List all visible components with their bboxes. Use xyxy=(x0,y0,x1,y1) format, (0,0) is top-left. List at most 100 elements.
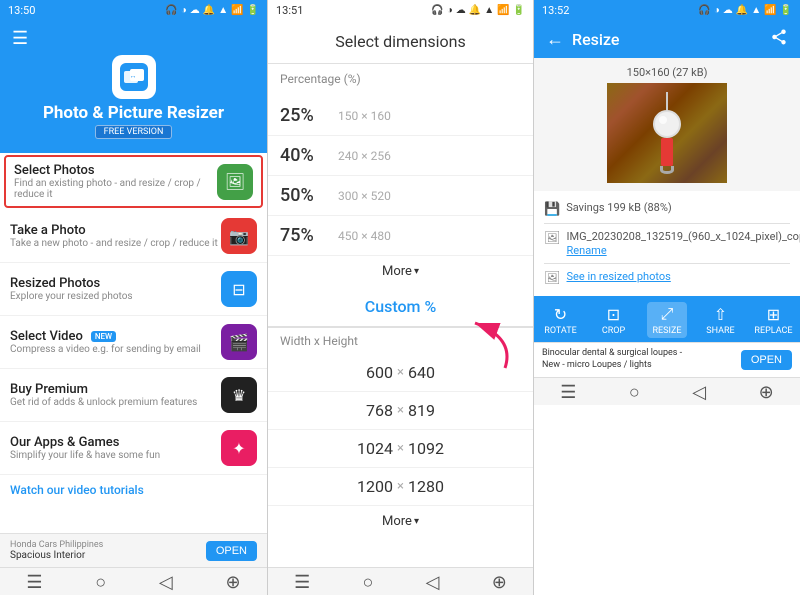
select-video-icon-btn[interactable]: 🎬 xyxy=(221,324,257,360)
width-1200: 1200 xyxy=(357,477,393,496)
nav-person-icon[interactable]: ⊕ xyxy=(225,572,240,593)
ball-highlight xyxy=(659,116,667,124)
take-photo-icon-btn[interactable]: 📷 xyxy=(221,218,257,254)
pct-75-label: 75% xyxy=(280,225,330,246)
video-tutorials-link[interactable]: Watch our video tutorials xyxy=(0,475,267,499)
resize-label: RESIZE xyxy=(653,326,682,336)
menu-item-our-apps[interactable]: Our Apps & Games Simplify your life & ha… xyxy=(0,422,267,475)
rename-link[interactable]: Rename xyxy=(567,244,800,257)
hamburger-icon[interactable]: ☰ xyxy=(12,28,28,49)
ad-open-button-3[interactable]: OPEN xyxy=(741,350,792,370)
image-thumbnail xyxy=(607,83,727,183)
screen2-title: Select dimensions xyxy=(280,32,521,51)
new-badge-video: NEW xyxy=(91,331,116,342)
savings-text: Savings 199 kB (88%) xyxy=(566,201,672,215)
nav-person-icon-2[interactable]: ⊕ xyxy=(492,572,507,593)
keychain-ring xyxy=(660,166,674,174)
pct-more-button[interactable]: More ▾ xyxy=(268,256,533,287)
crop-tool[interactable]: ⊡ CROP xyxy=(594,305,634,336)
rotate-tool[interactable]: ↻ ROTATE xyxy=(541,305,581,336)
menu-item-take-photo[interactable]: Take a Photo Take a new photo - and resi… xyxy=(0,210,267,263)
keychain-body xyxy=(661,138,673,166)
ad-open-button-1[interactable]: OPEN xyxy=(206,541,257,561)
pct-75-dim: 450 × 480 xyxy=(338,229,391,243)
image-size-label: 150×160 (27 kB) xyxy=(542,66,792,79)
pct-section: Percentage (%) xyxy=(268,64,533,96)
resize-tool[interactable]: ⤢ RESIZE xyxy=(647,302,688,338)
time-2: 13:51 xyxy=(276,4,303,17)
select-photos-icon-btn[interactable]: 🖼 xyxy=(217,164,253,200)
pink-arrow xyxy=(435,318,525,373)
nav-back-icon-3[interactable]: ◁ xyxy=(692,382,706,403)
replace-label: REPLACE xyxy=(754,326,792,336)
height-1280: 1280 xyxy=(408,477,444,496)
menu-item-text-buy-premium: Buy Premium Get rid of adds & unlock pre… xyxy=(10,382,221,408)
menu-item-select-photos[interactable]: Select Photos Find an existing photo - a… xyxy=(4,155,263,208)
savings-icon: 💾 xyxy=(544,202,560,217)
app-title: Photo & Picture Resizer xyxy=(43,103,224,123)
savings-row: 💾 Savings 199 kB (88%) xyxy=(544,197,790,221)
status-bar-2: 13:51 🎧◑☁🔔▲📶🔋 xyxy=(268,0,533,20)
header-top: ☰ xyxy=(12,28,255,49)
nav-home-icon-2[interactable]: ☰ xyxy=(294,572,310,593)
menu-item-resized-photos[interactable]: Resized Photos Explore your resized phot… xyxy=(0,263,267,316)
ad-text-3: Binocular dental & surgical loupes - New… xyxy=(542,348,702,371)
height-640: 640 xyxy=(408,363,435,382)
replace-icon: ⊞ xyxy=(767,305,780,324)
wh-option-768-819[interactable]: 768 × 819 xyxy=(268,392,533,430)
crop-icon: ⊡ xyxy=(607,305,620,324)
wh-option-1200-1280[interactable]: 1200 × 1280 xyxy=(268,468,533,506)
nav-back-icon[interactable]: ◁ xyxy=(159,572,173,593)
time-1: 13:50 xyxy=(8,4,35,17)
nav-circle-icon-3[interactable]: ○ xyxy=(629,382,640,403)
nav-home-icon[interactable]: ☰ xyxy=(26,572,42,593)
screen-1: 13:50 🎧◑☁🔔▲📶🔋 ☰ ↔ Photo & Picture Resize… xyxy=(0,0,267,595)
nav-circle-icon[interactable]: ○ xyxy=(95,572,106,593)
pct-option-75[interactable]: 75% 450 × 480 xyxy=(268,216,533,256)
screen3-header-left: ← Resize xyxy=(546,29,619,50)
times-icon-3: × xyxy=(397,441,404,456)
menu-item-buy-premium[interactable]: Buy Premium Get rid of adds & unlock pre… xyxy=(0,369,267,422)
menu-list: Select Photos Find an existing photo - a… xyxy=(0,153,267,533)
app-logo: ↔ xyxy=(112,55,156,99)
wh-more-button[interactable]: More ▾ xyxy=(268,506,533,537)
times-icon-2: × xyxy=(397,403,404,418)
camera-icon: 📷 xyxy=(229,227,249,246)
video-icon: 🎬 xyxy=(229,333,249,352)
screen3-header: ← Resize xyxy=(534,20,800,58)
share-tool-icon: ⇧ xyxy=(714,305,727,324)
nav-circle-icon-2[interactable]: ○ xyxy=(363,572,374,593)
screen3-title: Resize xyxy=(572,30,619,49)
nav-home-icon-3[interactable]: ☰ xyxy=(560,382,576,403)
resized-photos-icon-btn[interactable]: ⊟ xyxy=(221,271,257,307)
app-header: ☰ ↔ Photo & Picture Resizer FREE VERSION xyxy=(0,20,267,153)
wh-option-1024-1092[interactable]: 1024 × 1092 xyxy=(268,430,533,468)
bottom-nav-1: ☰ ○ ◁ ⊕ xyxy=(0,567,267,595)
buy-premium-icon-btn[interactable]: ♛ xyxy=(221,377,257,413)
resize-icon: ⤢ xyxy=(661,304,674,324)
filename-block: IMG_20230208_132519_(960_x_1024_pixel)_c… xyxy=(567,230,800,257)
replace-tool[interactable]: ⊞ REPLACE xyxy=(753,305,793,336)
pct-option-25[interactable]: 25% 150 × 160 xyxy=(268,96,533,136)
svg-text:↔: ↔ xyxy=(129,72,136,80)
pct-option-40[interactable]: 40% 240 × 256 xyxy=(268,136,533,176)
pct-option-50[interactable]: 50% 300 × 520 xyxy=(268,176,533,216)
status-icons-2: 🎧◑☁🔔▲📶🔋 xyxy=(431,5,525,16)
menu-item-text-select-photos: Select Photos Find an existing photo - a… xyxy=(14,163,217,200)
width-1024: 1024 xyxy=(357,439,393,458)
back-button[interactable]: ← xyxy=(546,29,564,50)
screen2-header: Select dimensions xyxy=(268,20,533,64)
menu-item-title-select-video: Select Video NEW xyxy=(10,329,221,344)
menu-item-select-video[interactable]: Select Video NEW Compress a video e.g. f… xyxy=(0,316,267,369)
more-label-2: More xyxy=(382,514,412,529)
share-icon[interactable] xyxy=(770,28,788,50)
our-apps-icon-btn[interactable]: ✦ xyxy=(221,430,257,466)
see-resized-link[interactable]: See in resized photos xyxy=(567,270,671,283)
nav-back-icon-2[interactable]: ◁ xyxy=(426,572,440,593)
menu-item-subtitle-take-photo: Take a new photo - and resize / crop / r… xyxy=(10,238,221,249)
nav-person-icon-3[interactable]: ⊕ xyxy=(759,382,774,403)
bottom-nav-3: ☰ ○ ◁ ⊕ xyxy=(534,377,800,405)
share-tool[interactable]: ⇧ SHARE xyxy=(700,305,740,336)
ad-content-1: Honda Cars Philippines Spacious Interior xyxy=(10,540,103,561)
see-resized-row: 🖼 See in resized photos xyxy=(544,266,790,290)
